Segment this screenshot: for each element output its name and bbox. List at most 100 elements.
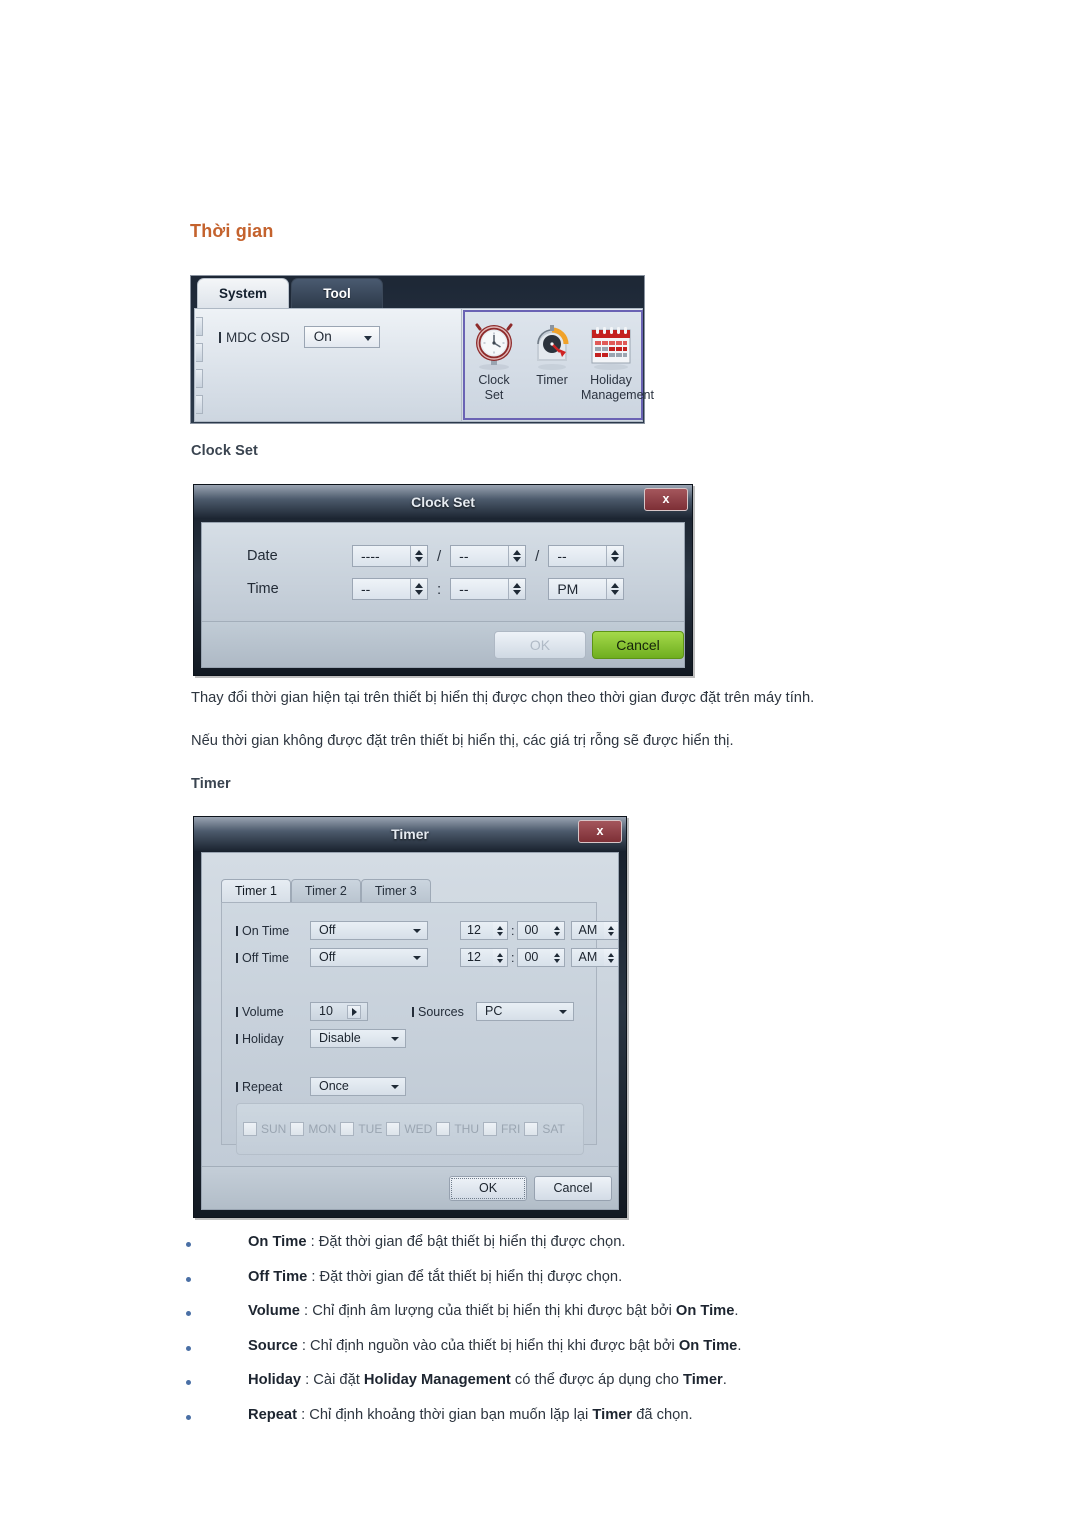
sources-dropdown[interactable]: PC xyxy=(476,1002,574,1021)
spinner-arrows-icon[interactable] xyxy=(604,949,619,966)
checkbox-icon[interactable] xyxy=(436,1122,451,1136)
close-icon[interactable]: x xyxy=(644,488,688,511)
weekday-sat[interactable]: SAT xyxy=(524,1122,565,1136)
off-time-label: Off Time xyxy=(236,951,310,965)
date-year-spinner[interactable]: ---- xyxy=(352,545,428,567)
bullet-text: : Chỉ định âm lượng của thiết bị hiển th… xyxy=(299,1303,676,1319)
volume-stepper[interactable]: 10 xyxy=(310,1002,368,1021)
off-time-meridiem-value: AM xyxy=(578,950,598,964)
on-time-meridiem-spinner[interactable]: AM xyxy=(571,921,620,940)
bullet-term-2: Holiday Management xyxy=(363,1372,511,1388)
bullet-text: : Đặt thời gian để bật thiết bị hiển thị… xyxy=(306,1234,626,1250)
off-time-meridiem-spinner[interactable]: AM xyxy=(571,948,620,967)
checkbox-icon[interactable] xyxy=(340,1122,355,1136)
tab-timer-2[interactable]: Timer 2 xyxy=(290,879,361,903)
tab-tool[interactable]: Tool xyxy=(291,278,383,309)
off-time-mode-dropdown[interactable]: Off xyxy=(310,948,428,967)
off-time-hour-spinner[interactable]: 12 xyxy=(460,948,508,967)
weekday-sun[interactable]: SUN xyxy=(243,1122,286,1136)
close-icon[interactable]: x xyxy=(578,820,622,843)
alarm-clock-icon xyxy=(465,316,523,372)
mdc-osd-dropdown[interactable]: On xyxy=(303,326,380,348)
bullet-icon xyxy=(186,1345,191,1351)
spinner-arrows-icon[interactable] xyxy=(410,546,427,566)
on-time-meridiem-value: AM xyxy=(578,923,598,937)
ribbon-button-holiday-management[interactable]: Holiday Management xyxy=(581,316,654,402)
time-meridiem-spinner[interactable]: PM xyxy=(548,578,625,600)
weekday-mon[interactable]: MON xyxy=(290,1122,336,1136)
on-time-mode-dropdown[interactable]: Off xyxy=(310,921,428,940)
timer-subheading: Timer xyxy=(191,776,231,792)
chevron-down-icon xyxy=(559,1010,567,1014)
date-year-value: ---- xyxy=(361,548,380,564)
repeat-label: Repeat xyxy=(236,1080,310,1094)
volume-label: Volume xyxy=(236,1005,310,1019)
list-item: On Time : Đặt thời gian để bật thiết bị … xyxy=(186,1234,1046,1269)
time-minute-spinner[interactable]: -- xyxy=(450,578,527,600)
bullet-term-2: On Time xyxy=(678,1337,738,1354)
spinner-arrows-icon[interactable] xyxy=(508,579,526,599)
time-group-highlight: Clock Set Timer Holiday Management xyxy=(463,310,654,420)
on-time-hour-spinner[interactable]: 12 xyxy=(460,921,508,940)
holiday-dropdown[interactable]: Disable xyxy=(310,1029,406,1048)
mdc-ribbon: System Tool MDC OSD On Clock Set Timer H… xyxy=(190,275,654,424)
date-month-spinner[interactable]: -- xyxy=(450,545,527,567)
date-separator-1: / xyxy=(437,547,442,565)
spinner-arrows-icon[interactable] xyxy=(606,546,624,566)
time-label: Time xyxy=(247,581,279,597)
chevron-right-icon[interactable] xyxy=(347,1005,361,1019)
holiday-row: Holiday Disable xyxy=(236,1029,406,1048)
date-row: Date ---- / -- / -- xyxy=(247,545,625,567)
spinner-arrows-icon[interactable] xyxy=(550,922,565,939)
bullet-term: Repeat xyxy=(248,1406,297,1423)
time-row: Time -- : -- : PM xyxy=(247,578,625,600)
ribbon-button-clock-set[interactable]: Clock Set xyxy=(465,316,523,402)
timer-tab-strip: Timer 1 Timer 2 Timer 3 xyxy=(221,879,431,903)
spinner-arrows-icon[interactable] xyxy=(508,546,526,566)
spinner-arrows-icon[interactable] xyxy=(493,922,507,939)
repeat-dropdown[interactable]: Once xyxy=(310,1077,406,1096)
weekday-tue[interactable]: TUE xyxy=(340,1122,382,1136)
bullet-text-tail-2: . xyxy=(722,1372,727,1388)
on-time-hour-value: 12 xyxy=(467,923,481,937)
spinner-arrows-icon[interactable] xyxy=(550,949,565,966)
off-time-minute-spinner[interactable]: 00 xyxy=(517,948,566,967)
checkbox-icon[interactable] xyxy=(290,1122,305,1136)
holiday-caption-line2: Management xyxy=(581,387,654,402)
timer-cancel-button[interactable]: Cancel xyxy=(534,1176,612,1201)
spinner-arrows-icon[interactable] xyxy=(410,579,427,599)
ribbon-button-timer[interactable]: Timer xyxy=(523,316,581,402)
spinner-arrows-icon[interactable] xyxy=(493,949,507,966)
clock-set-cancel-button[interactable]: Cancel xyxy=(592,631,684,659)
page-title: Thời gian xyxy=(190,221,274,241)
on-time-label: On Time xyxy=(236,924,310,938)
on-time-colon: : xyxy=(511,923,515,938)
tab-system[interactable]: System xyxy=(197,278,289,309)
checkbox-icon[interactable] xyxy=(524,1122,539,1136)
time-hour-spinner[interactable]: -- xyxy=(352,578,428,600)
weekday-fri[interactable]: FRI xyxy=(483,1122,520,1136)
bullet-text-tail: đã chọn. xyxy=(632,1406,693,1423)
date-day-spinner[interactable]: -- xyxy=(548,545,625,567)
spinner-arrows-icon[interactable] xyxy=(604,922,619,939)
timer-ok-button[interactable]: OK xyxy=(449,1176,527,1201)
spinner-arrows-icon[interactable] xyxy=(606,579,624,599)
clock-set-caption-line2: Set xyxy=(484,387,504,402)
weekday-thu[interactable]: THU xyxy=(436,1122,479,1136)
weekday-wed[interactable]: WED xyxy=(386,1122,432,1136)
clock-set-subheading: Clock Set xyxy=(191,443,258,459)
time-minute-value: -- xyxy=(459,581,469,597)
weekday-wed-label: WED xyxy=(404,1122,433,1136)
on-time-minute-spinner[interactable]: 00 xyxy=(517,921,566,940)
bullet-term: Holiday xyxy=(248,1372,302,1388)
clock-set-ok-button[interactable]: OK xyxy=(494,631,586,659)
tab-timer-3[interactable]: Timer 3 xyxy=(360,879,431,903)
repeat-row: Repeat Once xyxy=(236,1077,406,1096)
checkbox-icon[interactable] xyxy=(243,1122,257,1136)
stopwatch-timer-icon xyxy=(523,316,581,372)
checkbox-icon[interactable] xyxy=(483,1122,498,1136)
bullet-text: : Cài đặt xyxy=(301,1372,364,1388)
checkbox-icon[interactable] xyxy=(386,1122,401,1136)
tab-timer-1[interactable]: Timer 1 xyxy=(221,879,291,903)
sources-value: PC xyxy=(485,1004,503,1018)
